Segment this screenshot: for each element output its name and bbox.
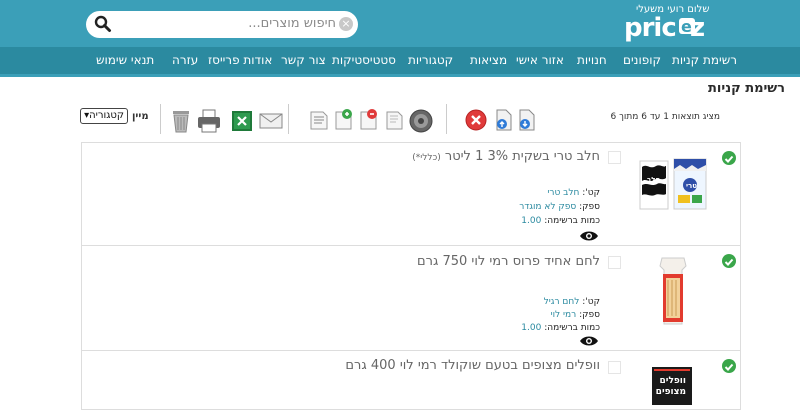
results-count: מציג תוצאות 1 עד 6 מתוך 6 [610, 112, 720, 122]
nav-contact[interactable]: צור קשר [281, 47, 326, 74]
product-image [632, 254, 712, 330]
list-item: חלב טרי חלב טרי בשקית 3% 1 ליטר (כללי*) … [81, 142, 741, 246]
product-name[interactable]: לחם אחיד פרוס רמי לוי 750 גרם [417, 254, 600, 269]
excel-icon[interactable] [230, 108, 256, 134]
product-name[interactable]: חלב טרי בשקית 3% 1 ליטר (כללי*) [412, 149, 600, 164]
search-box[interactable]: חיפוש מוצרים... × [86, 11, 358, 38]
quantity-value[interactable]: 1.00 [521, 323, 541, 333]
search-icon[interactable] [94, 15, 112, 37]
nav-coupons[interactable]: קופונים [623, 47, 661, 74]
category-label: קט': [582, 188, 600, 198]
nav-stores[interactable]: חנויות [577, 47, 607, 74]
main-nav: רשימת קניות קופונים חנויות אזור אישי מצי… [0, 47, 800, 74]
toolbar-separator [288, 104, 289, 134]
nav-deals[interactable]: מציאות [470, 47, 507, 74]
sort-select-value: קטגוריה [89, 110, 124, 121]
category-value[interactable]: חלב טרי [547, 188, 579, 198]
remove-doc-icon[interactable] [357, 108, 383, 134]
clear-search-icon[interactable]: × [339, 17, 353, 31]
select-checkbox[interactable] [608, 256, 621, 269]
print-icon[interactable] [196, 108, 222, 134]
delete-icon[interactable] [464, 108, 490, 134]
quantity-label: כמות ברשימה: [544, 216, 600, 226]
sort-select[interactable]: קטגוריה▾ [80, 108, 128, 124]
nav-about[interactable]: אודות פרייסז [208, 47, 272, 74]
supplier-label: ספק: [579, 310, 600, 320]
toolbar-separator [446, 104, 447, 134]
email-icon[interactable] [258, 108, 284, 134]
nav-statistics[interactable]: סטטיסטיקות [332, 47, 396, 74]
check-icon [722, 359, 736, 373]
quantity-value[interactable]: 1.00 [521, 216, 541, 226]
nav-shopping-list[interactable]: רשימת קניות [672, 47, 737, 74]
list-item: וופלים מצופים וופלים מצופים בטעם שוקולד … [81, 350, 741, 410]
svg-text:pric: pric [624, 13, 676, 42]
check-icon [722, 254, 736, 268]
copy-icon[interactable] [383, 108, 409, 134]
upload-icon[interactable] [491, 108, 517, 134]
product-supplier: ספק: רמי לוי [551, 309, 600, 322]
eye-icon[interactable] [579, 227, 599, 246]
product-category: קט': חלב טרי [547, 187, 600, 200]
product-image: וופלים מצופים [632, 365, 712, 407]
product-title[interactable]: חלב טרי בשקית 3% 1 ליטר [445, 149, 600, 164]
product-image-text: מצופים [656, 387, 686, 397]
product-supplier: ספק: ספק לא מוגדר [519, 201, 600, 214]
product-name[interactable]: וופלים מצופים בטעם שוקולד רמי לוי 400 גר… [345, 358, 600, 373]
nav-help[interactable]: עזרה [172, 47, 198, 74]
list-item: לחם אחיד פרוס רמי לוי 750 גרם קט': לחם ר… [81, 245, 741, 351]
product-image-text: וופלים [660, 376, 686, 386]
check-icon [722, 151, 736, 165]
toolbar-separator [160, 104, 161, 134]
nav-personal-area[interactable]: אזור אישי [516, 47, 564, 74]
select-checkbox[interactable] [608, 361, 621, 374]
supplier-value[interactable]: רמי לוי [551, 310, 577, 320]
nav-categories[interactable]: קטגוריות [408, 47, 453, 74]
eye-icon[interactable] [579, 332, 599, 351]
product-category: קט': לחם רגיל [544, 296, 600, 309]
nav-divider [0, 74, 800, 77]
sort-label: מיין [132, 111, 149, 122]
select-checkbox[interactable] [608, 151, 621, 164]
settings-icon[interactable] [408, 108, 434, 134]
nav-terms[interactable]: תנאי שימוש [96, 47, 154, 74]
trash-icon[interactable] [170, 108, 196, 134]
category-label: קט': [582, 297, 600, 307]
product-image-text: טרי [686, 182, 697, 190]
search-input[interactable]: חיפוש מוצרים... [248, 16, 336, 31]
supplier-label: ספק: [579, 202, 600, 212]
product-image-text: חלב [647, 176, 661, 184]
product-image: חלב טרי [632, 155, 712, 215]
category-value[interactable]: לחם רגיל [544, 297, 580, 307]
pricez-logo[interactable]: pric e z [624, 12, 706, 49]
supplier-value[interactable]: ספק לא מוגדר [519, 202, 576, 212]
page-title: רשימת קניות [708, 81, 785, 96]
top-bar: חיפוש מוצרים... × שלום רועי משעלי pric e… [0, 0, 800, 50]
product-note: (כללי*) [412, 153, 441, 163]
notes-icon[interactable] [307, 108, 333, 134]
add-doc-icon[interactable] [332, 108, 358, 134]
svg-text:z: z [690, 13, 704, 42]
download-icon[interactable] [514, 108, 540, 134]
